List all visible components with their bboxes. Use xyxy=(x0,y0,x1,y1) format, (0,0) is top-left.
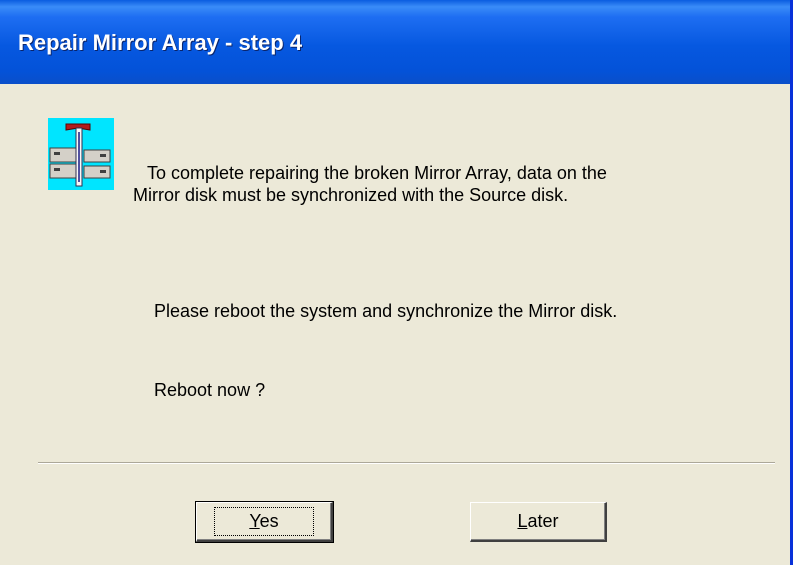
yes-button[interactable]: Yes xyxy=(195,501,334,543)
title-bar[interactable]: Repair Mirror Array - step 4 xyxy=(0,0,790,84)
instruction-text: Please reboot the system and synchronize… xyxy=(154,301,618,321)
later-accelerator: L xyxy=(517,511,528,531)
later-button[interactable]: Later xyxy=(470,502,607,542)
message-line-1: To complete repairing the broken Mirror … xyxy=(147,163,607,183)
separator xyxy=(38,462,775,464)
focus-rectangle: Yes xyxy=(214,507,314,536)
later-label-rest: ater xyxy=(527,511,559,531)
window-title: Repair Mirror Array - step 4 xyxy=(18,30,303,55)
yes-accelerator: Y xyxy=(249,511,260,531)
reboot-question: Reboot now ? xyxy=(154,380,266,400)
dialog-window: Repair Mirror Array - step 4 To complete… xyxy=(0,0,793,565)
yes-label-rest: es xyxy=(259,511,279,531)
message-line-2: Mirror disk must be synchronized with th… xyxy=(133,185,569,205)
mirror-disk-repair-icon xyxy=(48,118,114,190)
